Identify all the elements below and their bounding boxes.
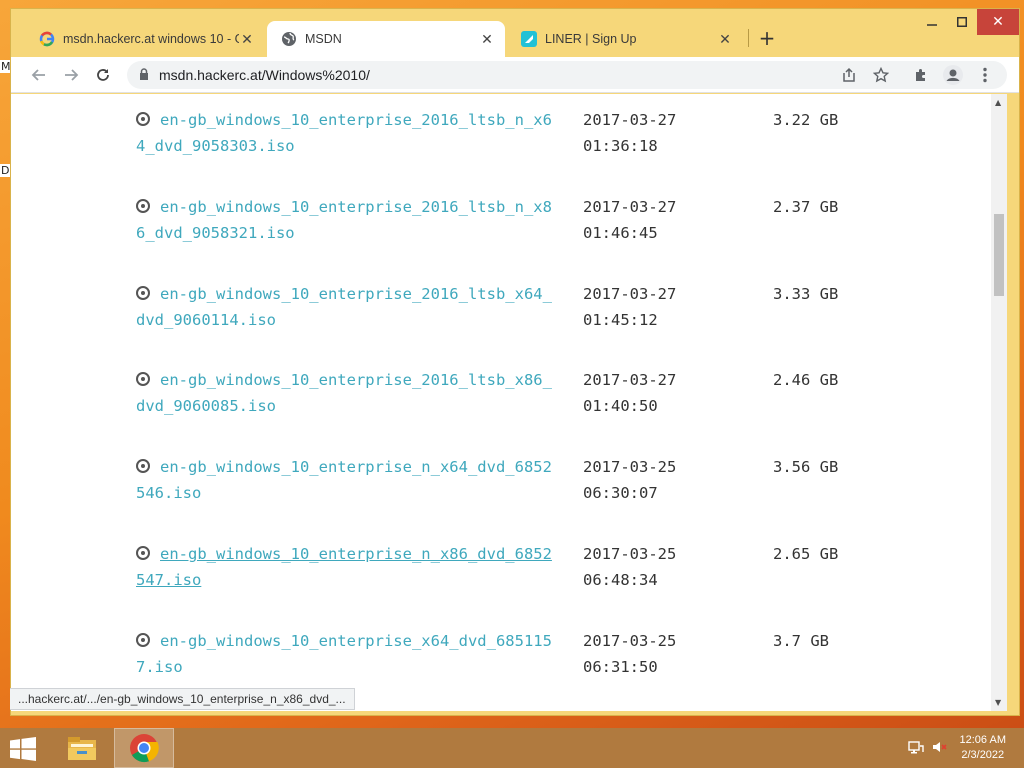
file-date: 2017-03-27 01:46:45 — [583, 198, 677, 242]
file-name: en-gb_windows_10_enterprise_2016_ltsb_n_… — [136, 111, 552, 155]
scroll-up-arrow-icon[interactable]: ▲ — [995, 98, 1001, 107]
disc-icon — [136, 286, 150, 300]
close-tab-icon[interactable]: ✕ — [239, 31, 255, 48]
file-name: en-gb_windows_10_enterprise_2016_ltsb_n_… — [136, 198, 552, 242]
page-content: en-gb_windows_10_enterprise_2016_ltsb_n_… — [11, 94, 991, 711]
taskbar: 12:06 AM 2/3/2022 — [0, 728, 1024, 768]
file-date: 2017-03-27 01:40:50 — [583, 371, 677, 415]
close-tab-icon[interactable]: ✕ — [479, 31, 495, 48]
tab-title: msdn.hackerc.at windows 10 - Go — [63, 32, 239, 46]
file-link[interactable]: en-gb_windows_10_enterprise_n_x64_dvd_68… — [136, 455, 556, 506]
browser-toolbar: msdn.hackerc.at/Windows%2010/ — [11, 57, 1019, 93]
file-date: 2017-03-25 06:31:50 — [583, 632, 677, 676]
network-icon[interactable] — [907, 739, 924, 758]
file-date: 2017-03-25 06:30:07 — [583, 458, 677, 502]
volume-muted-icon[interactable] — [932, 739, 948, 758]
forward-icon[interactable] — [59, 63, 83, 87]
file-name: en-gb_windows_10_enterprise_n_x64_dvd_68… — [136, 458, 552, 502]
liner-icon — [521, 31, 537, 47]
minimize-icon[interactable] — [917, 9, 947, 35]
file-size: 3.7 GB — [773, 632, 829, 650]
lock-icon[interactable] — [139, 67, 149, 83]
scrollbar-thumb[interactable] — [994, 214, 1004, 296]
windows-start-icon[interactable] — [10, 737, 36, 761]
system-tray: 12:06 AM 2/3/2022 — [907, 728, 1024, 768]
file-size: 2.37 GB — [773, 198, 839, 216]
tab-title: LINER | Sign Up — [545, 32, 637, 46]
clock-time: 12:06 AM — [959, 734, 1006, 746]
maximize-icon[interactable] — [947, 9, 977, 35]
file-row: en-gb_windows_10_enterprise_n_x64_dvd_68… — [11, 455, 991, 542]
disc-icon — [136, 372, 150, 386]
file-row: en-gb_windows_10_enterprise_2016_ltsb_x8… — [11, 368, 991, 455]
file-name: en-gb_windows_10_enterprise_n_x86_dvd_68… — [136, 545, 552, 589]
scroll-down-arrow-icon[interactable]: ▼ — [995, 698, 1001, 707]
tab-liner-signup[interactable]: LINER | Sign Up ✕ — [507, 21, 743, 57]
file-link[interactable]: en-gb_windows_10_enterprise_2016_ltsb_n_… — [136, 108, 556, 159]
file-date: 2017-03-27 01:45:12 — [583, 285, 677, 329]
tab-separator — [748, 29, 749, 47]
file-date: 2017-03-25 06:48:34 — [583, 545, 677, 589]
file-date: 2017-03-27 01:36:18 — [583, 111, 677, 155]
google-icon — [39, 31, 55, 47]
window-controls: ✕ — [917, 9, 1019, 35]
desktop-icon-label-fragment: D — [0, 164, 11, 177]
file-row: en-gb_windows_10_enterprise_2016_ltsb_n_… — [11, 195, 991, 282]
file-link[interactable]: en-gb_windows_10_enterprise_x64_dvd_6851… — [136, 629, 556, 680]
profile-avatar-icon[interactable] — [941, 63, 965, 87]
file-row: en-gb_windows_10_enterprise_2016_ltsb_n_… — [11, 108, 991, 195]
close-window-icon[interactable]: ✕ — [977, 9, 1019, 35]
file-name: en-gb_windows_10_enterprise_2016_ltsb_x8… — [136, 371, 552, 415]
bookmark-star-icon[interactable] — [869, 63, 893, 87]
file-link[interactable]: en-gb_windows_10_enterprise_2016_ltsb_n_… — [136, 195, 556, 246]
disc-icon — [136, 199, 150, 213]
disc-icon — [136, 633, 150, 647]
disc-icon — [136, 459, 150, 473]
extensions-puzzle-icon[interactable] — [909, 63, 933, 87]
disc-icon — [136, 546, 150, 560]
file-size: 2.46 GB — [773, 371, 839, 389]
link-status-bubble: ...hackerc.at/.../en-gb_windows_10_enter… — [10, 688, 355, 710]
file-name: en-gb_windows_10_enterprise_2016_ltsb_x6… — [136, 285, 552, 329]
file-explorer-icon[interactable] — [52, 728, 112, 768]
tab-google-search[interactable]: msdn.hackerc.at windows 10 - Go ✕ — [25, 21, 265, 57]
chrome-taskbar-icon[interactable] — [114, 728, 174, 768]
file-link-hovered[interactable]: en-gb_windows_10_enterprise_n_x86_dvd_68… — [136, 542, 556, 593]
file-row: en-gb_windows_10_enterprise_2016_ltsb_x6… — [11, 282, 991, 369]
tab-msdn[interactable]: MSDN ✕ — [267, 21, 505, 57]
vertical-scrollbar[interactable]: ▲ ▼ — [991, 94, 1007, 711]
back-icon[interactable] — [27, 63, 51, 87]
menu-kebab-icon[interactable] — [973, 63, 997, 87]
share-icon[interactable] — [837, 63, 861, 87]
system-clock[interactable]: 12:06 AM 2/3/2022 — [960, 733, 1006, 763]
file-size: 3.22 GB — [773, 111, 839, 129]
browser-window: msdn.hackerc.at windows 10 - Go ✕ MSDN ✕… — [10, 8, 1020, 716]
file-size: 3.56 GB — [773, 458, 839, 476]
file-size: 3.33 GB — [773, 285, 839, 303]
file-link[interactable]: en-gb_windows_10_enterprise_2016_ltsb_x6… — [136, 282, 556, 333]
file-name: en-gb_windows_10_enterprise_x64_dvd_6851… — [136, 632, 552, 676]
reload-icon[interactable] — [91, 63, 115, 87]
file-size: 2.65 GB — [773, 545, 839, 563]
new-tab-button[interactable]: + — [755, 26, 779, 50]
url-text[interactable]: msdn.hackerc.at/Windows%2010/ — [159, 67, 370, 83]
file-row: en-gb_windows_10_enterprise_n_x86_dvd_68… — [11, 542, 991, 629]
file-link[interactable]: en-gb_windows_10_enterprise_2016_ltsb_x8… — [136, 368, 556, 419]
globe-icon — [281, 31, 297, 47]
tab-strip: msdn.hackerc.at windows 10 - Go ✕ MSDN ✕… — [11, 9, 1019, 57]
close-tab-icon[interactable]: ✕ — [717, 31, 733, 48]
tab-title: MSDN — [305, 32, 342, 46]
clock-date: 2/3/2022 — [961, 749, 1005, 761]
disc-icon — [136, 112, 150, 126]
